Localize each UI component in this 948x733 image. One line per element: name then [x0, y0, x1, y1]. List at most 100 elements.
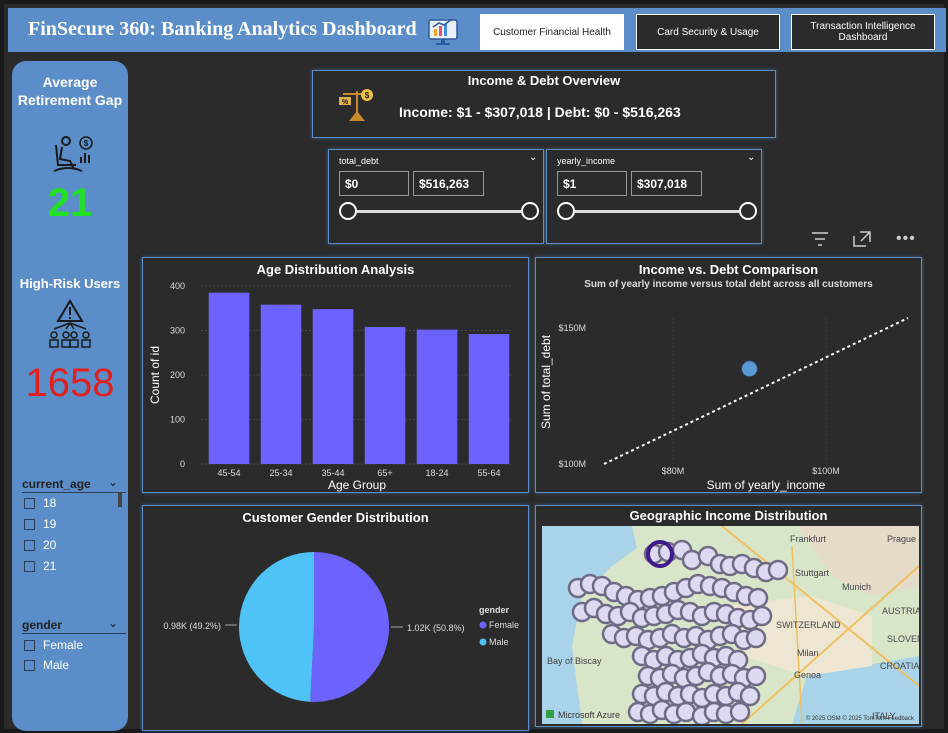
- filter-icon[interactable]: [810, 230, 830, 248]
- svg-text:$: $: [84, 139, 89, 148]
- debt-filter-label: total_debt: [339, 156, 379, 166]
- gender-option[interactable]: Male: [24, 658, 69, 672]
- y-tick-label: $100M: [558, 459, 586, 469]
- app-title: FinSecure 360: Banking Analytics Dashboa…: [28, 18, 417, 40]
- slicer-scrollbar[interactable]: [118, 493, 122, 507]
- focus-mode-icon[interactable]: [852, 230, 872, 248]
- chevron-down-icon[interactable]: ⌄: [108, 616, 118, 630]
- legend-title: gender: [479, 605, 510, 615]
- map-place-label: CROATIA: [880, 661, 919, 671]
- debt-min-handle[interactable]: [339, 202, 357, 220]
- map-place-label: Stuttgart: [795, 568, 830, 578]
- checkbox[interactable]: [24, 659, 35, 671]
- overview-card: Income & Debt Overview % $ Income: $1 - …: [312, 70, 776, 138]
- tab-customer-financial-health[interactable]: Customer Financial Health: [480, 14, 624, 50]
- age-chart-panel: Age Distribution Analysis 0 100 200 300 400 4…: [142, 257, 529, 493]
- x-tick-label: 65+: [377, 468, 392, 478]
- y-tick-label: 200: [170, 370, 185, 380]
- debt-min-input[interactable]: $0: [339, 171, 409, 196]
- chevron-down-icon[interactable]: ⌄: [529, 152, 537, 163]
- y-tick-label: $150M: [558, 323, 586, 333]
- debt-max-handle[interactable]: [521, 202, 539, 220]
- slicer-divider: [22, 633, 126, 634]
- age-option[interactable]: 20: [24, 538, 56, 552]
- gender-slicer-label: gender: [22, 618, 63, 632]
- gender-option-label: Female: [43, 638, 84, 652]
- sidebar: Average Retirement Gap $ 21 High-Risk Us…: [12, 61, 128, 731]
- income-min-input[interactable]: $1: [557, 171, 627, 196]
- map-bubble: [751, 605, 773, 627]
- map-place-label: Prague: [887, 534, 916, 544]
- slicer-divider: [22, 492, 126, 493]
- overview-text: Income: $1 - $307,018 | Debt: $0 - $516,…: [399, 104, 681, 120]
- trend-line: [603, 317, 909, 465]
- analytics-icon: [428, 18, 458, 45]
- checkbox[interactable]: [24, 539, 35, 551]
- gender-chart-panel: Customer Gender Distribution 1.02K (50.8…: [142, 505, 529, 731]
- age-option[interactable]: 19: [24, 517, 56, 531]
- pie-slice: [239, 552, 314, 702]
- retirement-rocking-chair-icon: $: [53, 136, 93, 172]
- map-attribution: Microsoft Azure: [558, 710, 620, 720]
- age-chart: 0 100 200 300 400 45-54 25-34 35-44 65+ 18-24 55-6…: [148, 281, 513, 492]
- checkbox[interactable]: [24, 497, 35, 509]
- more-options-icon[interactable]: •••: [896, 230, 916, 248]
- pie-data-label: 1.02K (50.8%): [407, 623, 465, 633]
- gender-option[interactable]: Female: [24, 638, 83, 652]
- age-option[interactable]: 21: [24, 559, 56, 573]
- debt-max-input[interactable]: $516,263: [413, 171, 484, 196]
- legend-marker: [479, 638, 487, 646]
- x-tick-label: 35-44: [321, 468, 344, 478]
- y-axis-label: Sum of total_debt: [539, 334, 553, 429]
- map-place-label: Bay of Biscay: [547, 656, 602, 666]
- x-tick-label: $80M: [662, 466, 685, 476]
- map-panel: Geographic Income Distribution Frankfurt…: [535, 505, 922, 727]
- pie-data-label: 0.98K (49.2%): [163, 621, 221, 631]
- tab-card-security-usage[interactable]: Card Security & Usage: [636, 14, 780, 50]
- bar: [416, 329, 458, 464]
- checkbox[interactable]: [24, 560, 35, 572]
- income-range-track[interactable]: [565, 210, 747, 213]
- geo-map[interactable]: Frankfurt Prague Stuttgart Munich AUSTRIA SLO…: [542, 526, 919, 724]
- chevron-down-icon[interactable]: ⌄: [108, 475, 118, 489]
- x-tick-label: 55-64: [477, 468, 500, 478]
- tab-transaction-intelligence[interactable]: Transaction Intelligence Dashboard: [791, 14, 935, 50]
- legend-marker: [479, 621, 487, 629]
- income-min-handle[interactable]: [557, 202, 575, 220]
- map-place-label: Frankfurt: [790, 534, 827, 544]
- legend-label: Female: [489, 620, 519, 630]
- scatter-chart: $80M $100M $100M $150M Sum of yearly_income S…: [539, 317, 909, 492]
- map-bubble: [739, 685, 761, 707]
- debt-filter: total_debt ⌄ $0 $516,263: [328, 149, 544, 244]
- checkbox[interactable]: [24, 518, 35, 530]
- balance-scale-icon: % $: [339, 89, 373, 121]
- map-place-label: Genoa: [794, 670, 821, 680]
- income-filter-label: yearly_income: [557, 156, 616, 166]
- income-max-input[interactable]: $307,018: [631, 171, 702, 196]
- map-bubble: [729, 701, 751, 723]
- x-tick-label: 45-54: [217, 468, 240, 478]
- bar: [468, 334, 510, 464]
- age-option[interactable]: 18: [24, 496, 56, 510]
- high-risk-value: 1658: [25, 361, 115, 405]
- chevron-down-icon[interactable]: ⌄: [747, 152, 755, 163]
- debt-range-track[interactable]: [347, 210, 529, 213]
- y-axis-label: Count of id: [148, 346, 162, 404]
- gender-option-label: Male: [43, 658, 70, 672]
- data-point: [741, 360, 758, 378]
- age-option-label: 21: [43, 559, 57, 573]
- retirement-gap-title: Average Retirement Gap: [17, 74, 123, 108]
- map-place-label: Munich: [842, 582, 871, 592]
- x-axis-label: Sum of yearly_income: [707, 478, 826, 492]
- retirement-gap-value: 21: [47, 181, 93, 225]
- map-place-label: SWITZERLAND: [776, 620, 841, 630]
- svg-text:%: %: [342, 99, 349, 106]
- high-risk-users-icon: [49, 299, 91, 348]
- microsoft-logo: [546, 710, 554, 718]
- dashboard-frame: FinSecure 360: Banking Analytics Dashboa…: [0, 0, 948, 733]
- overview-title: Income & Debt Overview: [467, 73, 621, 88]
- income-max-handle[interactable]: [739, 202, 757, 220]
- age-option-label: 18: [43, 496, 57, 510]
- checkbox[interactable]: [24, 639, 35, 651]
- legend-label: Male: [489, 637, 509, 647]
